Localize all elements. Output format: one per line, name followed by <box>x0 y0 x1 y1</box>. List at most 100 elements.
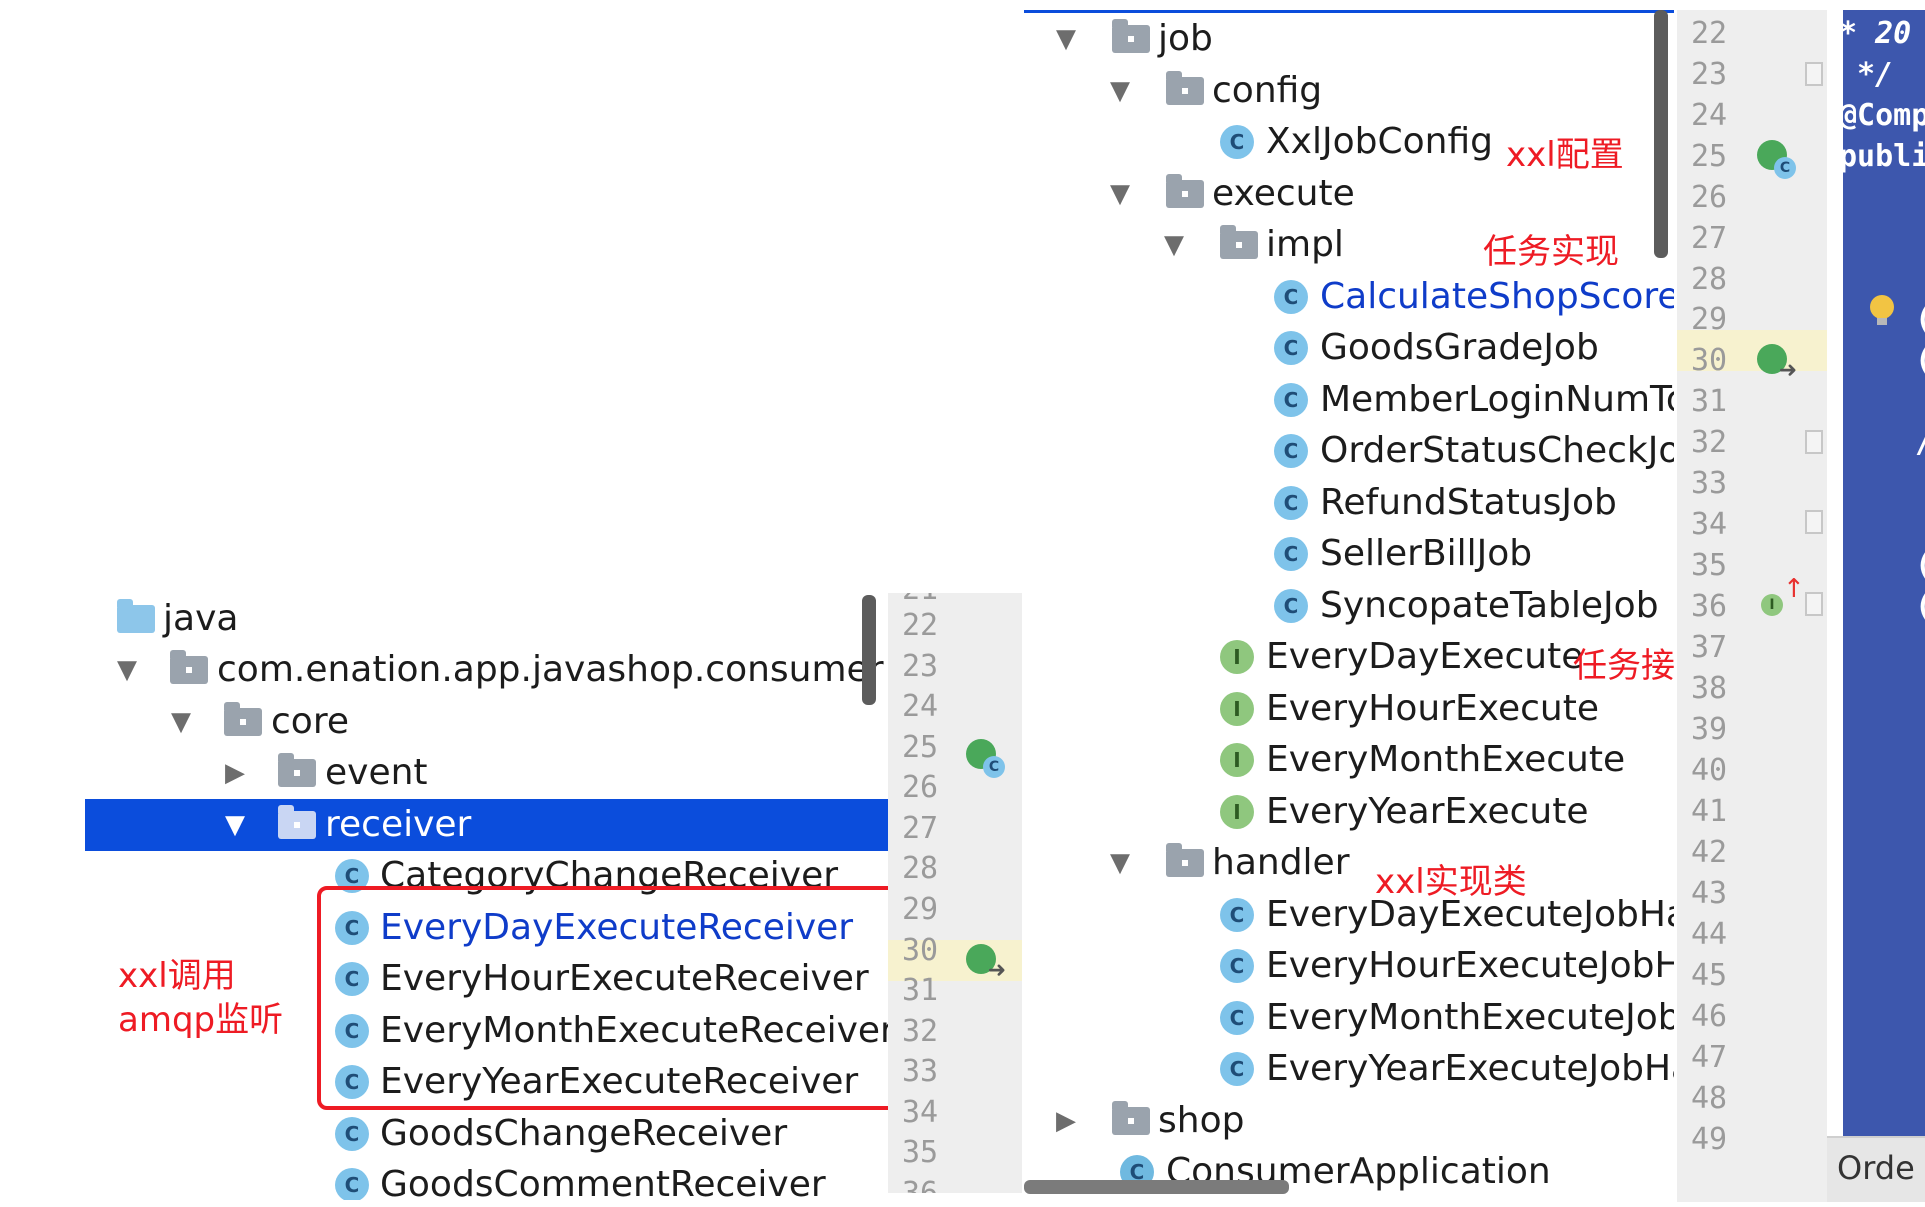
editor-bottom-tab[interactable]: Orde <box>1827 1136 1925 1202</box>
line-number: 45 <box>1690 958 1728 993</box>
tree-item-interface[interactable]: I EveryHourExecute <box>1024 683 1674 735</box>
code-fragment: ( <box>1915 545 1925 586</box>
tree-item-label: config <box>1212 70 1323 111</box>
line-number: 34 <box>901 1095 939 1130</box>
tree-item-label: handler <box>1212 842 1350 883</box>
chevron-down-icon[interactable]: ▼ <box>111 644 143 696</box>
tree-item-class[interactable]: C SellerBillJob <box>1024 528 1674 580</box>
tree-item-class[interactable]: C EveryHourExecuteJobHa <box>1024 940 1674 992</box>
chevron-down-icon[interactable]: ▼ <box>219 799 251 851</box>
tree-item-label: EveryHourExecuteJobHa <box>1266 945 1674 986</box>
tree-item-event[interactable]: ▶ event <box>85 747 890 799</box>
line-number: 27 <box>1690 221 1728 256</box>
tree-item-java[interactable]: java <box>85 593 890 645</box>
tree-item-shop[interactable]: ▶ shop <box>1024 1095 1674 1147</box>
tree-item-handler[interactable]: ▼ handler <box>1024 837 1674 889</box>
fold-marker-icon[interactable] <box>1805 592 1823 616</box>
annotation-line: xxl调用 <box>118 956 236 996</box>
tree-item-class[interactable]: C SyncopateTableJob <box>1024 580 1674 632</box>
chevron-down-icon[interactable]: ▼ <box>1104 168 1136 220</box>
tree-item-label: CalculateShopScoreJ <box>1320 276 1674 317</box>
annotation-xxl-call: xxl调用 amqp监听 <box>118 954 283 1042</box>
line-number: 30 <box>1690 343 1728 378</box>
arrow-right-icon: ➜ <box>1778 358 1797 383</box>
tree-item-class[interactable]: C GoodsChangeReceiver <box>85 1108 890 1160</box>
tree-item-label: OrderStatusCheckJob <box>1320 430 1674 471</box>
chevron-right-icon[interactable]: ▶ <box>1050 1095 1082 1147</box>
chevron-down-icon[interactable]: ▼ <box>1050 13 1082 65</box>
interface-icon: I <box>1220 795 1254 829</box>
tree-item-config[interactable]: ▼ config <box>1024 65 1674 117</box>
class-icon: C <box>1274 331 1308 365</box>
line-number: 49 <box>1690 1122 1728 1157</box>
tree-item-class[interactable]: C CalculateShopScoreJ <box>1024 271 1674 323</box>
package-icon <box>1166 174 1204 208</box>
tree-item-class[interactable]: C RefundStatusJob <box>1024 477 1674 529</box>
tree-item-class[interactable]: C EveryMonthExecuteJobH <box>1024 992 1674 1044</box>
tree-item-label: GoodsChangeReceiver <box>380 1113 788 1154</box>
class-icon: C <box>1220 898 1254 932</box>
annotation-line: amqp监听 <box>118 1000 284 1040</box>
chevron-right-icon[interactable]: ▶ <box>219 747 251 799</box>
right-project-tree: ▼ job ▼ config C XxlJobConfig ▼ execute … <box>1024 10 1674 1202</box>
fold-marker-icon[interactable] <box>1805 510 1823 534</box>
tree-item-label: shop <box>1158 1100 1245 1141</box>
package-icon <box>1112 19 1150 53</box>
package-icon <box>1112 1101 1150 1135</box>
line-number: 36 <box>888 1173 952 1193</box>
package-icon <box>170 650 208 684</box>
lightbulb-icon[interactable] <box>1870 295 1894 325</box>
tree-item-label: SyncopateTableJob <box>1320 585 1659 626</box>
chevron-down-icon[interactable]: ▼ <box>1158 219 1190 271</box>
chevron-down-icon[interactable]: ▼ <box>165 696 197 748</box>
tree-item-class[interactable]: C MemberLoginNumToJ <box>1024 374 1674 426</box>
line-number: 22 <box>1690 16 1728 51</box>
fold-marker-icon[interactable] <box>1805 62 1823 86</box>
line-number: 40 <box>1690 753 1728 788</box>
class-icon: C <box>1274 589 1308 623</box>
tree-item-job[interactable]: ▼ job <box>1024 13 1674 65</box>
tree-item-class[interactable]: C GoodsCommentReceiver <box>85 1159 890 1200</box>
class-icon: C <box>1274 434 1308 468</box>
line-number: 37 <box>1690 630 1728 665</box>
tree-item-label: EveryDayExecute <box>1266 636 1584 677</box>
fold-marker-icon[interactable] <box>1805 430 1823 454</box>
line-number: 31 <box>901 973 939 1008</box>
tree-item-consumer-package[interactable]: ▼ com.enation.app.javashop.consumer <box>85 644 890 696</box>
tree-item-label: com.enation.app.javashop.consumer <box>217 649 884 690</box>
line-number: 27 <box>901 811 939 846</box>
horizontal-scrollbar[interactable] <box>1024 1180 1289 1194</box>
line-number: 26 <box>901 770 939 805</box>
spring-bean-icon[interactable]: C <box>1757 140 1796 179</box>
tree-scrollbar[interactable] <box>862 595 876 705</box>
line-number: 39 <box>1690 712 1728 747</box>
tree-item-receiver[interactable]: ▼ receiver <box>85 799 890 851</box>
chevron-down-icon[interactable]: ▼ <box>1104 65 1136 117</box>
annotation-xxl-config: xxl配置 <box>1506 135 1624 175</box>
tree-item-core[interactable]: ▼ core <box>85 696 890 748</box>
chevron-down-icon[interactable]: ▼ <box>1104 837 1136 889</box>
tree-item-class[interactable]: C EveryYearExecuteJobHa <box>1024 1043 1674 1095</box>
tree-scrollbar[interactable] <box>1654 10 1668 258</box>
spring-bean-icon[interactable]: C <box>966 739 1005 778</box>
class-icon: C <box>335 1117 369 1151</box>
arrow-right-icon: ➜ <box>987 958 1006 983</box>
tree-item-class[interactable]: C EveryDayExecuteJobHar <box>1024 889 1674 941</box>
implements-icon[interactable]: I <box>1761 594 1783 616</box>
package-icon <box>224 702 262 736</box>
line-number: 25 <box>901 730 939 765</box>
class-icon: C <box>1220 1001 1254 1035</box>
tree-item-class[interactable]: C OrderStatusCheckJob <box>1024 425 1674 477</box>
code-editor[interactable]: * 20 */ @Comp publi ( ( / ( ( <box>1843 10 1925 1138</box>
code-fragment: / <box>1915 422 1925 463</box>
tree-item-class[interactable]: C GoodsGradeJob <box>1024 322 1674 374</box>
package-icon <box>278 805 316 839</box>
interface-icon: I <box>1220 692 1254 726</box>
tree-item-interface[interactable]: I EveryMonthExecute <box>1024 734 1674 786</box>
tree-item-interface[interactable]: I EveryYearExecute <box>1024 786 1674 838</box>
run-gutter-icon[interactable]: ➜ <box>966 944 1006 982</box>
annotation-task-impl: 任务实现 <box>1483 232 1619 272</box>
class-icon: C <box>335 1168 369 1200</box>
run-gutter-icon[interactable]: ➜ <box>1757 344 1797 382</box>
line-number: 24 <box>901 689 939 724</box>
